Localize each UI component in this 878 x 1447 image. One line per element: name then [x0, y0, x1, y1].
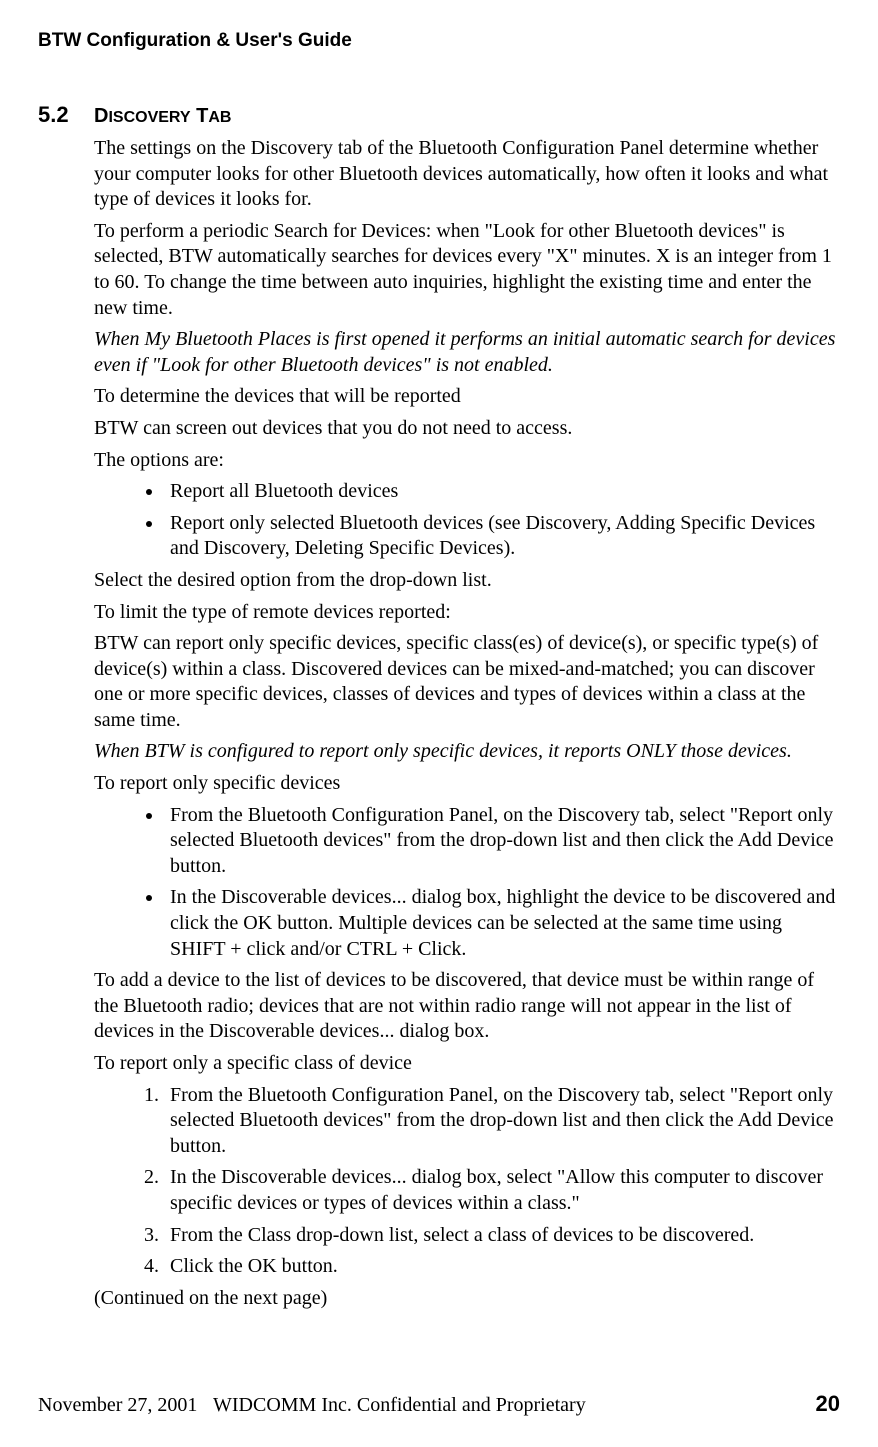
paragraph: The options are:	[94, 448, 840, 474]
section-heading: 5.2 DISCOVERY TAB	[38, 102, 840, 128]
paragraph: To perform a periodic Search for Devices…	[94, 219, 840, 321]
list-item: Click the OK button.	[164, 1254, 840, 1280]
list-item: From the Bluetooth Configuration Panel, …	[164, 803, 840, 880]
footer-page-number: 20	[816, 1391, 840, 1417]
paragraph: BTW can screen out devices that you do n…	[94, 416, 840, 442]
paragraph: To report only a specific class of devic…	[94, 1051, 840, 1077]
list-item: From the Class drop-down list, select a …	[164, 1223, 840, 1249]
section-title-cap1: D	[94, 105, 108, 127]
bullet-list: From the Bluetooth Configuration Panel, …	[94, 803, 840, 963]
section-number: 5.2	[38, 102, 94, 128]
paragraph: To determine the devices that will be re…	[94, 384, 840, 410]
bullet-list: Report all Bluetooth devices Report only…	[94, 479, 840, 562]
paragraph: To report only specific devices	[94, 771, 840, 797]
paragraph: To add a device to the list of devices t…	[94, 968, 840, 1045]
list-item: In the Discoverable devices... dialog bo…	[164, 885, 840, 962]
paragraph: BTW can report only specific devices, sp…	[94, 631, 840, 733]
paragraph-note: When My Bluetooth Places is first opened…	[94, 327, 840, 378]
paragraph: To limit the type of remote devices repo…	[94, 600, 840, 626]
list-item: Report only selected Bluetooth devices (…	[164, 511, 840, 562]
footer-date: November 27, 2001	[38, 1394, 213, 1417]
section-title: DISCOVERY TAB	[94, 105, 231, 128]
document-header: BTW Configuration & User's Guide	[38, 30, 840, 52]
section-title-smallcap1: ISCOVERY	[108, 109, 190, 126]
section-title-smallcap2: AB	[208, 109, 231, 126]
paragraph-note: When BTW is configured to report only sp…	[94, 739, 840, 765]
section-title-cap2: T	[191, 105, 209, 127]
paragraph: The settings on the Discovery tab of the…	[94, 136, 840, 213]
page-footer: November 27, 2001 WIDCOMM Inc. Confident…	[38, 1391, 840, 1417]
list-item: From the Bluetooth Configuration Panel, …	[164, 1083, 840, 1160]
paragraph: (Continued on the next page)	[94, 1286, 840, 1312]
paragraph: Select the desired option from the drop-…	[94, 568, 840, 594]
list-item: Report all Bluetooth devices	[164, 479, 840, 505]
numbered-list: From the Bluetooth Configuration Panel, …	[94, 1083, 840, 1280]
content-body: The settings on the Discovery tab of the…	[94, 136, 840, 1311]
footer-confidential: WIDCOMM Inc. Confidential and Proprietar…	[213, 1394, 586, 1417]
list-item: In the Discoverable devices... dialog bo…	[164, 1165, 840, 1216]
